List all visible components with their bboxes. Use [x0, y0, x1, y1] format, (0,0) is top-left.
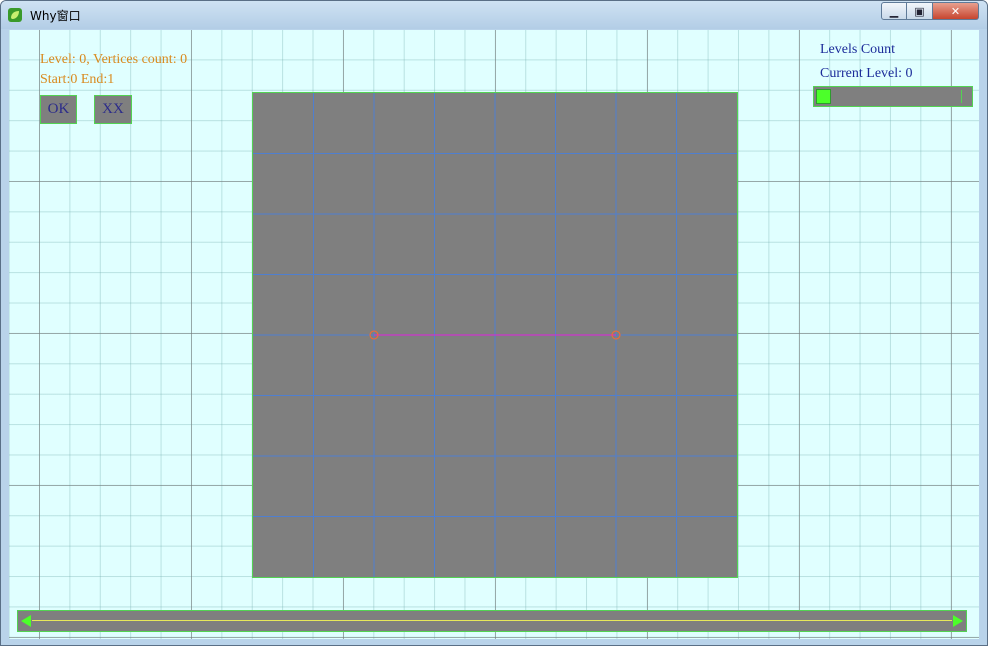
ok-button[interactable]: OK [40, 95, 77, 124]
app-window: Why窗口 ▁ ▣ ✕ Level: 0, Vertices count: 0 … [0, 0, 988, 646]
title-bar[interactable]: Why窗口 ▁ ▣ ✕ [1, 1, 987, 29]
scroll-right-arrow-icon[interactable] [953, 615, 963, 627]
scrollbar-track[interactable] [32, 620, 952, 621]
xx-button[interactable]: XX [94, 95, 132, 124]
grid-panel[interactable] [252, 92, 738, 578]
level-slider-end-mark [961, 90, 962, 103]
grid-svg [253, 93, 737, 577]
app-leaf-icon [8, 8, 22, 22]
levels-count-label: Levels Count [820, 42, 896, 57]
close-button[interactable]: ✕ [933, 2, 979, 20]
maximize-button[interactable]: ▣ [907, 2, 933, 20]
canvas-area[interactable]: Level: 0, Vertices count: 0 Start:0 End:… [9, 30, 979, 639]
level-info-text: Level: 0, Vertices count: 0 [40, 52, 188, 67]
current-level-label: Current Level: 0 [820, 66, 913, 81]
close-icon: ✕ [950, 4, 961, 18]
maximize-icon: ▣ [914, 4, 925, 18]
minimize-icon: ▁ [889, 4, 899, 18]
scroll-left-arrow-icon[interactable] [21, 615, 31, 627]
level-slider[interactable] [813, 86, 973, 107]
window-title: Why窗口 [30, 9, 81, 23]
minimize-button[interactable]: ▁ [881, 2, 907, 20]
start-end-text: Start:0 End:1 [40, 72, 115, 87]
level-slider-thumb[interactable] [816, 89, 831, 104]
window-controls: ▁ ▣ ✕ [881, 2, 979, 21]
horizontal-scrollbar[interactable] [17, 610, 967, 632]
